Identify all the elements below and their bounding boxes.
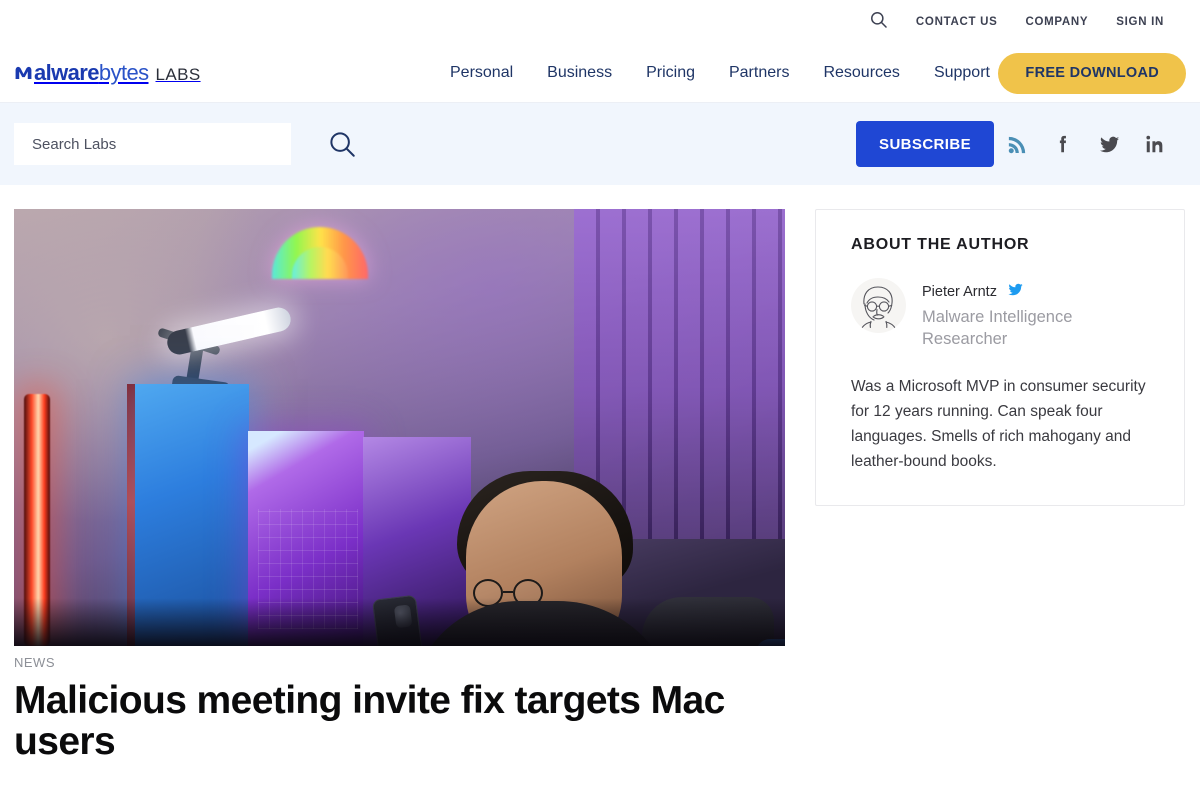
- twitter-icon[interactable]: [1086, 133, 1132, 156]
- utility-link-contact-us[interactable]: CONTACT US: [916, 16, 998, 28]
- hero-bottom-vignette: [14, 598, 785, 646]
- page-content: NEWS Malicious meeting invite fix target…: [0, 185, 1200, 763]
- primary-nav-links: Personal Business Pricing Partners Resou…: [450, 64, 990, 82]
- logo-text-labs: LABS: [155, 65, 201, 84]
- nav-item-support[interactable]: Support: [934, 64, 990, 82]
- author-role: Malware Intelligence Researcher: [922, 308, 1073, 348]
- article-title: Malicious meeting invite fix targets Mac…: [14, 679, 725, 764]
- author-avatar: [851, 278, 906, 333]
- nav-item-business[interactable]: Business: [547, 64, 612, 82]
- main-navigation: alware bytes LABS Personal Business Pric…: [0, 44, 1200, 103]
- search-input[interactable]: [14, 123, 291, 165]
- author-bio: Was a Microsoft MVP in consumer security…: [851, 377, 1146, 471]
- about-the-author-card: ABOUT THE AUTHOR Pieter Arntz Malware In…: [815, 209, 1185, 506]
- utility-link-sign-in[interactable]: SIGN IN: [1116, 16, 1164, 28]
- nav-item-partners[interactable]: Partners: [729, 64, 789, 82]
- about-the-author-heading: ABOUT THE AUTHOR: [851, 236, 1030, 253]
- author-row: Pieter Arntz Malware Intelligence Resear…: [851, 278, 1149, 351]
- author-name: Pieter Arntz: [922, 284, 997, 300]
- search-submit-button[interactable]: [327, 129, 357, 159]
- subscribe-button[interactable]: SUBSCRIBE: [856, 121, 994, 167]
- utility-link-company[interactable]: COMPANY: [1025, 16, 1088, 28]
- author-twitter-icon[interactable]: [1007, 281, 1024, 303]
- free-download-button[interactable]: FREE DOWNLOAD: [998, 52, 1186, 94]
- malwarebytes-labs-logo[interactable]: alware bytes LABS: [14, 62, 201, 84]
- labs-search-bar: SUBSCRIBE: [0, 103, 1200, 185]
- malwarebytes-m-icon: [14, 64, 33, 83]
- nav-item-pricing[interactable]: Pricing: [646, 64, 695, 82]
- logo-text-light: bytes: [98, 60, 149, 85]
- linkedin-icon[interactable]: [1132, 133, 1178, 155]
- author-name-row: Pieter Arntz: [922, 281, 1122, 303]
- article-column: NEWS Malicious meeting invite fix target…: [14, 209, 785, 763]
- logo-text-bold: alware: [34, 60, 100, 85]
- utility-bar: CONTACT US COMPANY SIGN IN: [0, 0, 1200, 44]
- nav-item-resources[interactable]: Resources: [823, 64, 899, 82]
- facebook-icon[interactable]: [1040, 133, 1086, 155]
- nav-item-personal[interactable]: Personal: [450, 64, 513, 82]
- rss-icon[interactable]: [994, 133, 1040, 156]
- search-icon[interactable]: [869, 10, 888, 34]
- subscribe-and-social: SUBSCRIBE: [856, 121, 1178, 167]
- article-hero-image: [14, 209, 785, 646]
- author-meta: Pieter Arntz Malware Intelligence Resear…: [922, 278, 1122, 351]
- sidebar: ABOUT THE AUTHOR Pieter Arntz Malware In…: [815, 209, 1185, 763]
- article-category-label: NEWS: [14, 655, 55, 670]
